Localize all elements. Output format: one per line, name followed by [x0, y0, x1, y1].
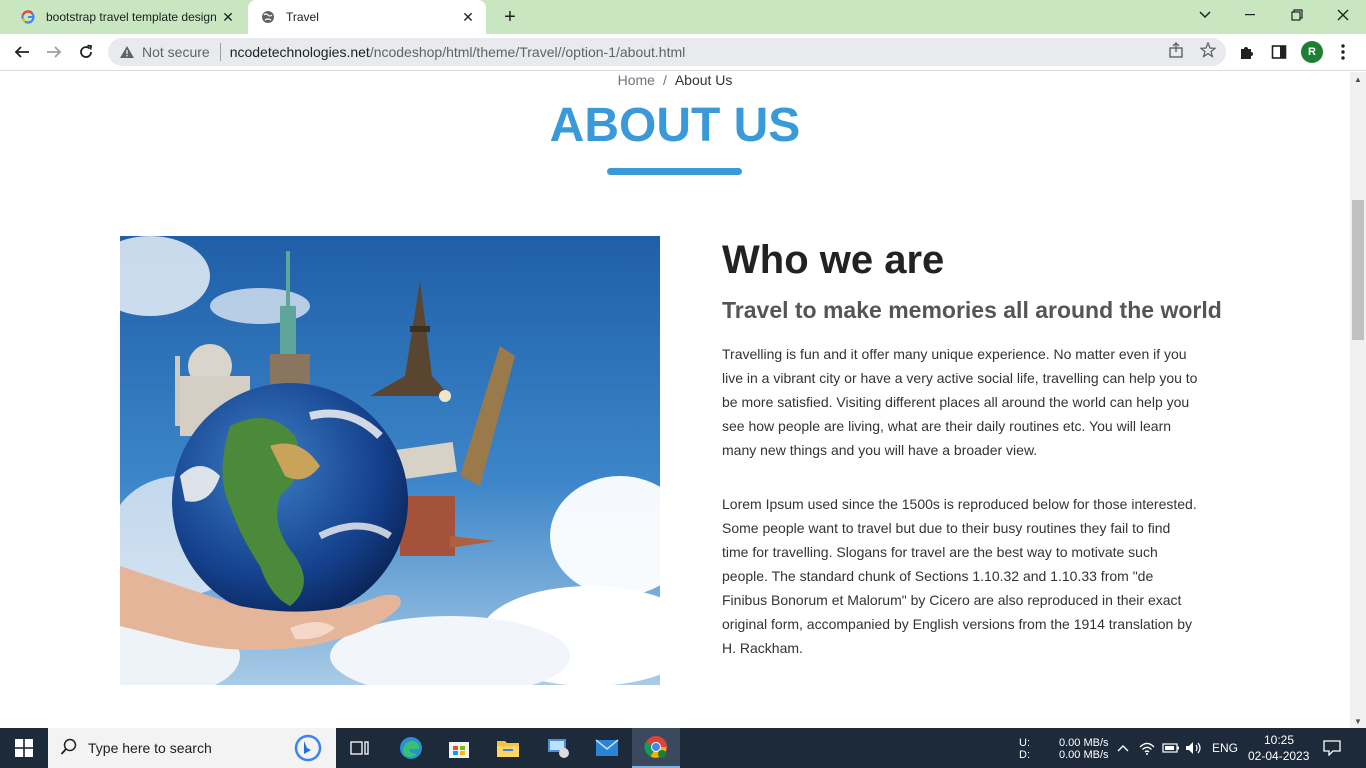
scroll-down-arrow-icon[interactable]: ▼ [1350, 714, 1366, 728]
chrome-icon[interactable] [632, 728, 680, 768]
travel-globe-image [120, 236, 660, 685]
restore-button[interactable] [1274, 0, 1320, 30]
url-host: ncodetechnologies.net [229, 44, 370, 60]
net-download-label: D: [1019, 749, 1030, 761]
reload-icon[interactable] [72, 38, 100, 66]
close-tab-icon[interactable]: ✕ [220, 9, 236, 25]
breadcrumb-home-link[interactable]: Home [618, 72, 655, 88]
tab-title: Travel [286, 10, 319, 24]
battery-icon[interactable] [1161, 738, 1181, 758]
title-underline [607, 168, 742, 175]
address-bar[interactable]: Not secure ncodetechnologies.net/ncodesh… [108, 38, 1226, 66]
new-tab-button[interactable]: + [498, 5, 522, 29]
tab-search-chevron-icon[interactable] [1182, 0, 1228, 30]
minimize-button[interactable] [1228, 0, 1274, 30]
tab-bootstrap-travel[interactable]: bootstrap travel template design ✕ [8, 0, 246, 34]
page-scrollbar[interactable]: ▲ ▼ [1350, 72, 1366, 728]
browser-toolbar: Not secure ncodetechnologies.net/ncodesh… [0, 34, 1366, 71]
file-explorer-icon[interactable] [484, 728, 532, 768]
net-upload-speed: 0.00 MB/s [1059, 737, 1109, 749]
extensions-puzzle-icon[interactable] [1237, 42, 1257, 62]
microsoft-store-icon[interactable] [435, 728, 483, 768]
breadcrumb-current: About Us [674, 72, 733, 88]
bing-icon[interactable] [294, 734, 322, 765]
windows-taskbar: Type here to search U: D: 0.00 MB/s 0.00… [0, 728, 1366, 768]
url-path: /ncodeshop/html/theme/Travel//option-1/a… [369, 44, 686, 60]
section-heading: Who we are [722, 238, 945, 282]
edge-browser-icon[interactable] [387, 728, 435, 768]
wifi-icon[interactable] [1137, 738, 1157, 758]
tab-strip: bootstrap travel template design ✕ Trave… [0, 0, 1366, 34]
globe-icon [260, 9, 276, 25]
control-panel-icon[interactable] [534, 728, 582, 768]
bookmark-star-icon[interactable] [1199, 41, 1217, 59]
page-viewport: Home / About Us ABOUT US Who we are Trav… [0, 72, 1350, 728]
breadcrumb: Home / About Us [0, 72, 1350, 88]
address-divider [219, 43, 221, 61]
google-g-icon [20, 9, 36, 25]
task-view-icon[interactable] [336, 728, 384, 768]
about-paragraph-2: Lorem Ipsum used since the 1500s is repr… [722, 496, 1197, 656]
taskbar-search-box[interactable]: Type here to search [48, 728, 336, 768]
volume-icon[interactable] [1184, 738, 1204, 758]
about-paragraph-1: Travelling is fun and it offer many uniq… [722, 346, 1198, 458]
windows-start-icon[interactable] [0, 728, 48, 768]
mail-icon[interactable] [583, 728, 631, 768]
warning-triangle-icon[interactable] [118, 45, 136, 59]
search-placeholder: Type here to search [88, 740, 212, 756]
section-subheading: Travel to make memories all around the w… [722, 297, 1222, 323]
net-download-speed: 0.00 MB/s [1059, 749, 1109, 761]
tab-travel[interactable]: Travel ✕ [248, 0, 486, 34]
search-icon [60, 738, 78, 759]
profile-avatar[interactable]: R [1301, 41, 1323, 63]
chevron-up-icon[interactable] [1113, 738, 1133, 758]
tab-title: bootstrap travel template design [46, 10, 217, 24]
notification-icon[interactable] [1322, 738, 1342, 758]
side-panel-icon[interactable] [1269, 42, 1289, 62]
security-status-label[interactable]: Not secure [142, 44, 210, 60]
scrollbar-thumb[interactable] [1352, 200, 1364, 340]
back-arrow-icon[interactable] [8, 38, 36, 66]
clock-time[interactable]: 10:25 [1264, 734, 1294, 746]
kebab-menu-icon[interactable] [1333, 42, 1353, 62]
share-icon[interactable] [1167, 41, 1185, 59]
scroll-up-arrow-icon[interactable]: ▲ [1350, 72, 1366, 86]
forward-arrow-icon[interactable] [40, 38, 68, 66]
language-indicator[interactable]: ENG [1212, 742, 1238, 754]
close-window-button[interactable] [1320, 0, 1366, 30]
close-tab-icon[interactable]: ✕ [460, 9, 476, 25]
breadcrumb-divider: / [662, 72, 667, 88]
net-upload-label: U: [1019, 737, 1030, 749]
page-title: ABOUT US [549, 99, 801, 152]
clock-date[interactable]: 02-04-2023 [1248, 750, 1309, 762]
